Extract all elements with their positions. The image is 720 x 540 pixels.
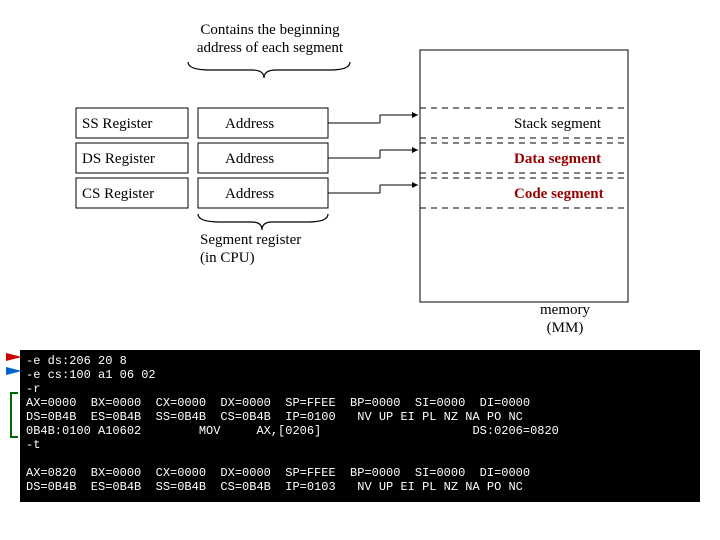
header-line-2: address of each segment: [170, 40, 370, 57]
bracket-icon: [10, 392, 18, 438]
arrow-red-icon: [6, 353, 22, 361]
ds-address-label: Address: [225, 151, 274, 168]
ss-register-label: SS Register: [82, 116, 152, 133]
cs-address-label: Address: [225, 186, 274, 203]
header-line-1: Contains the beginning: [170, 22, 370, 39]
stack-segment-label: Stack segment: [514, 116, 601, 133]
segment-register-caption-1: Segment register: [200, 232, 301, 249]
code-segment-label: Code segment: [514, 186, 604, 203]
memory-caption-1: memory: [500, 302, 630, 319]
debug-console: -e ds:206 20 8 -e cs:100 a1 06 02 -r AX=…: [20, 350, 700, 502]
segment-register-caption-2: (in CPU): [200, 250, 255, 267]
data-segment-label: Data segment: [514, 151, 601, 168]
memory-caption-2: (MM): [500, 320, 630, 337]
cs-register-label: CS Register: [82, 186, 154, 203]
arrow-blue-icon: [6, 367, 22, 375]
ds-register-label: DS Register: [82, 151, 155, 168]
ss-address-label: Address: [225, 116, 274, 133]
